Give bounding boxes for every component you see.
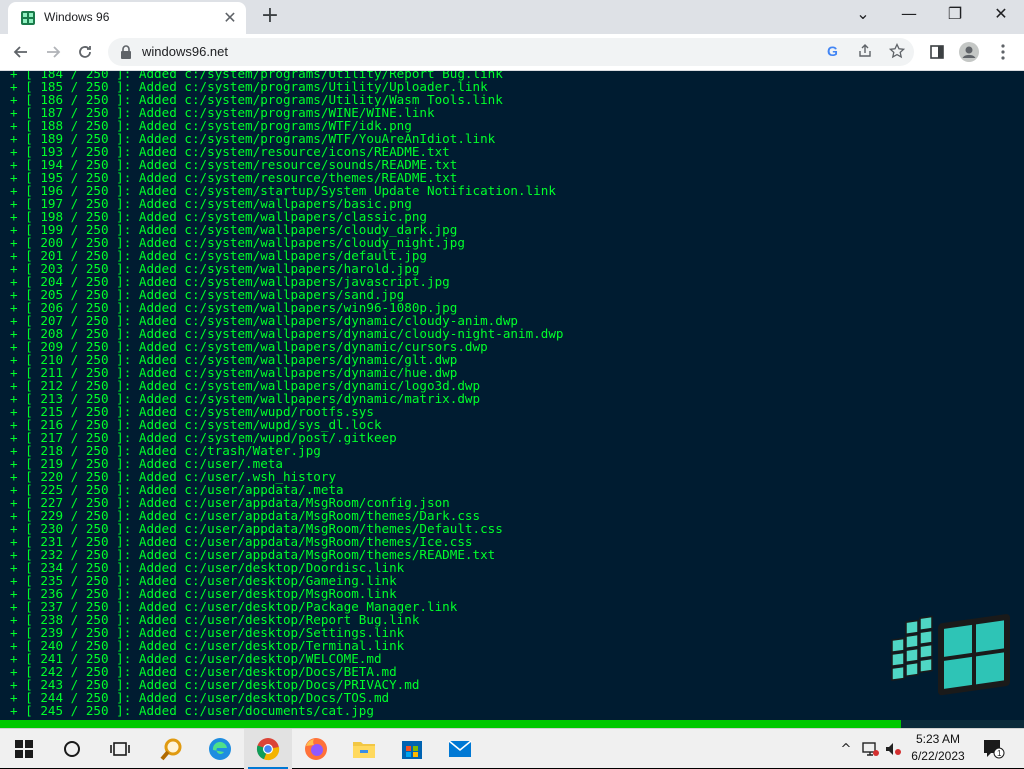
reload-button[interactable]: [72, 39, 98, 65]
magnifier-icon: [160, 738, 182, 761]
google-icon[interactable]: G: [824, 43, 842, 61]
share-icon[interactable]: [856, 43, 874, 61]
task-view-button[interactable]: [96, 729, 144, 769]
firefox-app[interactable]: [292, 729, 340, 769]
edge-app[interactable]: [196, 729, 244, 769]
chrome-icon: [256, 738, 280, 761]
back-button[interactable]: [8, 39, 34, 65]
edge-icon: [209, 738, 231, 760]
close-window-button[interactable]: ✕: [978, 0, 1024, 30]
start-button[interactable]: [0, 729, 48, 769]
windows96-favicon-icon: [21, 11, 35, 25]
notification-icon: 1: [984, 740, 1005, 759]
reload-icon: [79, 46, 91, 58]
url-text: windows96.net: [142, 44, 228, 59]
tray-overflow-chevron[interactable]: ^: [836, 729, 856, 769]
task-view-icon: [110, 742, 130, 756]
terminal-output: + [ 184 / 250 ]: Added c:/system/program…: [10, 71, 564, 717]
store-icon: [402, 741, 422, 759]
tab-windows-96[interactable]: Windows 96 ✕: [8, 2, 246, 34]
clock-time: 5:23 AM: [915, 732, 961, 746]
svg-text:G: G: [827, 43, 838, 59]
notification-count: 1: [997, 749, 1002, 758]
mail-app[interactable]: [436, 729, 484, 769]
new-tab-button[interactable]: +: [258, 5, 282, 28]
boot-progress-fill: [0, 720, 902, 728]
back-arrow-icon: [13, 46, 27, 58]
boot-terminal: + [ 184 / 250 ]: Added c:/system/program…: [0, 71, 1024, 720]
forward-arrow-icon: [47, 46, 61, 58]
store-app[interactable]: [388, 729, 436, 769]
lock-icon: [121, 45, 131, 59]
mail-icon: [448, 740, 472, 757]
cortana-circle-icon: [64, 741, 80, 757]
tab-strip: Windows 96 ✕ + ⌄ — ❐ ✕: [0, 0, 1024, 34]
firefox-icon: [305, 738, 327, 760]
notification-center-button[interactable]: 1: [980, 729, 1008, 769]
file-explorer-app[interactable]: [340, 729, 388, 769]
windows-logo-icon: [15, 740, 33, 758]
tab-search-button[interactable]: ⌄: [840, 0, 886, 30]
chrome-app[interactable]: [244, 729, 292, 769]
folder-icon: [353, 742, 375, 758]
forward-button[interactable]: [40, 39, 66, 65]
chrome-menu-icon[interactable]: [990, 39, 1016, 65]
clock-date: 6/22/2023: [911, 749, 965, 763]
magnifier-app[interactable]: [148, 729, 196, 769]
minimize-button[interactable]: —: [886, 0, 932, 30]
maximize-button[interactable]: ❐: [932, 0, 978, 30]
side-panel-icon[interactable]: [924, 39, 950, 65]
windows96-logo-icon: [891, 614, 1010, 696]
network-icon[interactable]: [858, 729, 882, 769]
system-clock[interactable]: 5:23 AM 6/22/2023: [900, 731, 976, 767]
browser-toolbar: windows96.net G: [0, 34, 1024, 71]
terminal-line: + [ 245 / 250 ]: Added c:/user/documents…: [10, 703, 374, 718]
profile-avatar-icon[interactable]: [956, 39, 982, 65]
address-bar[interactable]: windows96.net G: [108, 38, 914, 66]
tab-title: Windows 96: [44, 10, 110, 24]
bookmark-star-icon[interactable]: [888, 42, 906, 61]
tab-close-icon[interactable]: ✕: [222, 10, 238, 26]
taskbar: ^ 5:23 AM 6/22/2023 1: [0, 728, 1024, 769]
search-button[interactable]: [48, 729, 96, 769]
boot-progress-bar: [0, 720, 1024, 728]
